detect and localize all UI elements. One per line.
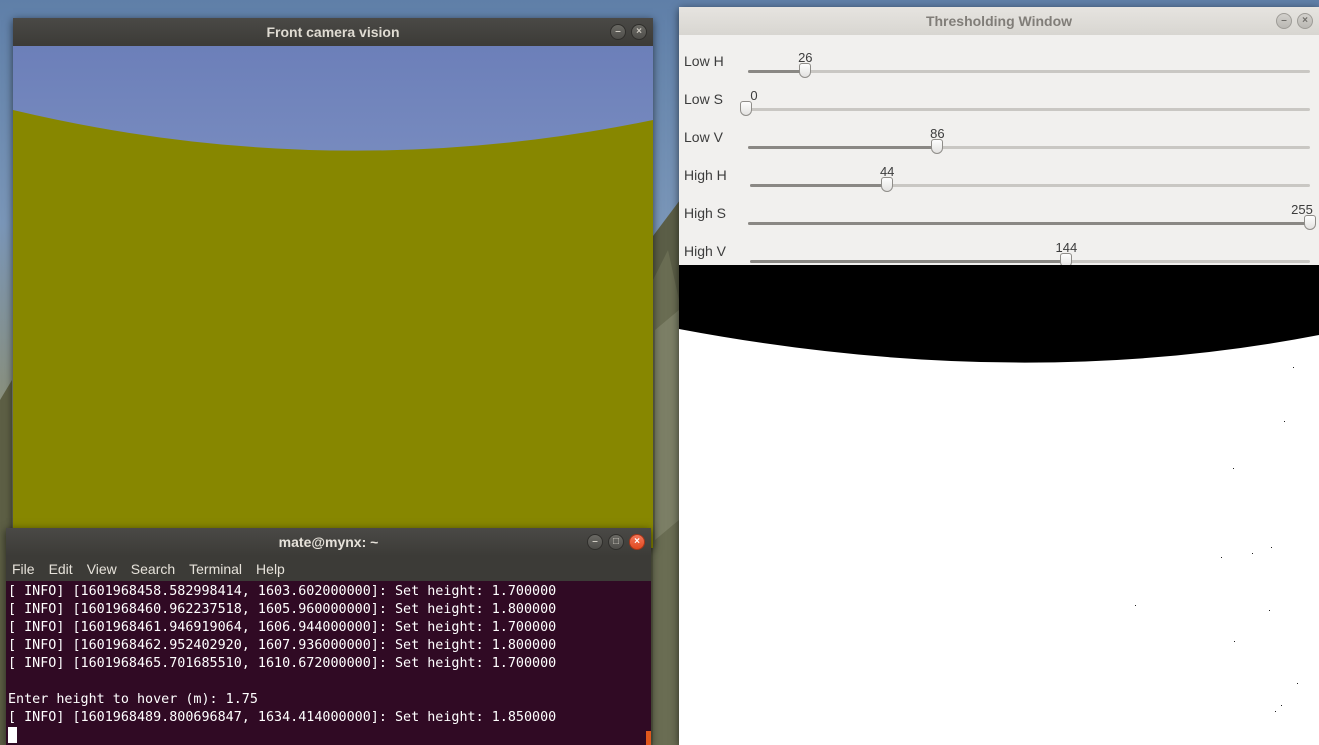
slider-label: High H [684,167,727,183]
close-icon[interactable]: × [629,534,645,550]
terminal-line: [ INFO] [1601968458.582998414, 1603.6020… [8,584,557,599]
threshold-window: Thresholding Window – × Low H 26 Low S 0 Low… [679,7,1319,745]
slider-handle[interactable] [931,139,944,154]
terminal-menubar: File Edit View Search Terminal Help [6,556,651,581]
slider-row: High H 44 [679,156,1319,194]
terminal-line: [ INFO] [1601968465.701685510, 1610.6720… [8,656,557,671]
slider-label: High V [684,243,727,259]
menu-view[interactable]: View [87,561,117,577]
slider-fill [748,146,938,149]
slider-track[interactable]: 26 [748,50,1310,78]
slider-value: 144 [1055,240,1078,255]
terminal-scrollbar[interactable] [646,731,651,745]
slider-handle[interactable] [881,177,894,192]
slider-fill [748,222,1310,225]
slider-label: Low V [684,129,723,145]
close-icon[interactable]: × [631,24,647,40]
slider-track[interactable]: 44 [750,164,1310,192]
slider-track[interactable]: 255 [748,202,1316,230]
threshold-mask-view [679,265,1319,745]
maximize-icon[interactable]: □ [608,534,624,550]
close-icon[interactable]: × [1297,13,1313,29]
slider-track[interactable]: 0 [740,88,1310,116]
minimize-icon[interactable]: – [587,534,603,550]
terminal-line: Enter height to hover (m): 1.75 [8,692,258,707]
terminal-line: [ INFO] [1601968489.800696847, 1634.4140… [8,710,557,725]
minimize-icon[interactable]: – [1276,13,1292,29]
slider-fill [750,260,1067,263]
camera-window-title: Front camera vision [266,24,400,40]
slider-fill [748,70,806,73]
slider-row: Low H 26 [679,42,1319,80]
terminal-titlebar[interactable]: mate@mynx: ~ – □ × [6,528,651,556]
slider-value: 26 [798,50,813,65]
terminal-title: mate@mynx: ~ [278,534,379,550]
menu-help[interactable]: Help [256,561,285,577]
slider-handle[interactable] [799,63,812,78]
menu-edit[interactable]: Edit [49,561,73,577]
slider-row: High S 255 [679,194,1319,232]
ground [13,110,653,548]
terminal-line: [ INFO] [1601968462.952402920, 1607.9360… [8,638,557,653]
slider-label: High S [684,205,727,221]
camera-window-titlebar[interactable]: Front camera vision – × [13,18,653,46]
slider-track[interactable]: 144 [750,240,1310,268]
slider-value: 86 [930,126,945,141]
minimize-icon[interactable]: – [610,24,626,40]
terminal-line: [ INFO] [1601968461.946919064, 1606.9440… [8,620,557,635]
slider-label: Low H [684,53,724,69]
slider-row: Low S 0 [679,80,1319,118]
menu-terminal[interactable]: Terminal [189,561,242,577]
terminal-cursor [8,727,17,743]
slider-fill [750,184,888,187]
slider-value: 255 [1291,202,1313,217]
slider-handle[interactable] [740,101,752,116]
terminal-output[interactable]: [ INFO] [1601968458.582998414, 1603.6020… [6,581,651,745]
terminal-line: [ INFO] [1601968460.962237518, 1605.9600… [8,602,557,617]
threshold-window-titlebar[interactable]: Thresholding Window – × [679,7,1319,35]
slider-row: Low V 86 [679,118,1319,156]
threshold-window-title: Thresholding Window [925,13,1073,29]
camera-window: Front camera vision – × [13,18,653,548]
slider-panel: Low H 26 Low S 0 Low V 86 High H 44 High S 255 Hig… [679,35,1319,268]
slider-handle[interactable] [1304,215,1316,230]
camera-view [13,46,653,548]
menu-search[interactable]: Search [131,561,175,577]
slider-value: 44 [879,164,895,179]
menu-file[interactable]: File [12,561,35,577]
slider-value: 0 [750,88,758,103]
slider-label: Low S [684,91,723,107]
slider-track[interactable]: 86 [748,126,1310,154]
terminal-window: mate@mynx: ~ – □ × File Edit View Search… [6,528,651,745]
